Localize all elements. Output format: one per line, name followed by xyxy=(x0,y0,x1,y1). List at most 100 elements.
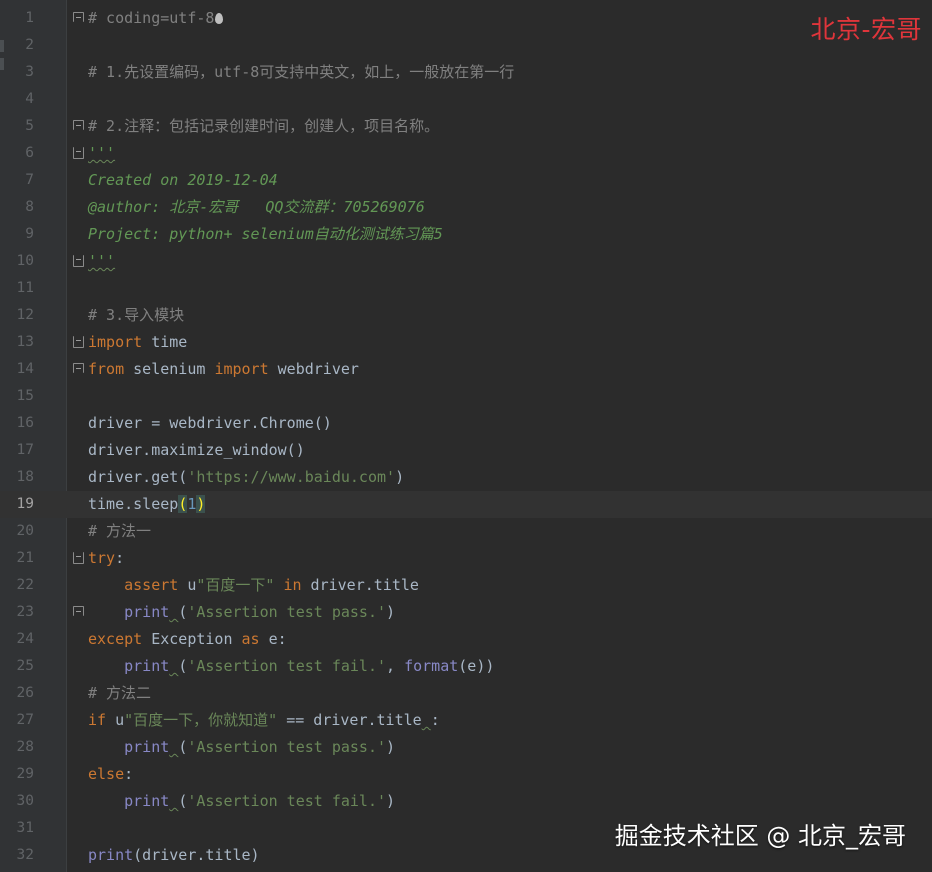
code-token: 'Assertion test pass.' xyxy=(187,738,387,756)
line-number: 10 xyxy=(16,253,34,269)
code-text: except Exception as e: xyxy=(88,626,287,653)
code-line[interactable]: 1 # coding=utf-8 xyxy=(0,5,932,32)
code-line[interactable]: 29 else: xyxy=(0,761,932,788)
code-line[interactable]: 19 time.sleep(1) xyxy=(0,491,932,518)
line-number: 11 xyxy=(16,280,34,296)
code-lines[interactable]: 1 # coding=utf-8 2 3 # 1.先设置编码，utf-8可支持中英文，如… xyxy=(0,5,932,869)
code-line[interactable]: 9 Project: python+ selenium自动化测试练习篇5 xyxy=(0,221,932,248)
code-editor[interactable]: 1 # coding=utf-8 2 3 # 1.先设置编码，utf-8可支持中英文，如… xyxy=(0,0,932,872)
line-number: 7 xyxy=(25,172,34,188)
code-text: ''' xyxy=(88,140,115,167)
fold-toggle-icon[interactable] xyxy=(73,552,84,564)
code-line[interactable]: 26 # 方法二 xyxy=(0,680,932,707)
code-line[interactable]: 27 if u"百度一下，你就知道" == driver.title : xyxy=(0,707,932,734)
line-number: 15 xyxy=(16,388,34,404)
code-line[interactable]: 25 print ('Assertion test fail.', format… xyxy=(0,653,932,680)
code-line[interactable]: 23 print ('Assertion test pass.') xyxy=(0,599,932,626)
code-line[interactable]: 21 try: xyxy=(0,545,932,572)
code-token: e: xyxy=(259,630,287,648)
fold-toggle-icon[interactable] xyxy=(73,120,84,130)
code-line[interactable]: 16 driver = webdriver.Chrome() xyxy=(0,410,932,437)
code-line[interactable]: 5 # 2.注释：包括记录创建时间，创建人，项目名称。 xyxy=(0,113,932,140)
code-token: u xyxy=(106,711,125,729)
line-number: 5 xyxy=(25,118,34,134)
code-token: ) xyxy=(386,738,396,756)
code-text: import time xyxy=(88,329,187,356)
code-token: ) xyxy=(395,468,405,486)
fold-toggle-icon[interactable] xyxy=(73,147,84,159)
code-text: driver = webdriver.Chrome() xyxy=(88,410,332,437)
code-token: ''' xyxy=(88,252,116,270)
code-line[interactable]: 28 print ('Assertion test pass.') xyxy=(0,734,932,761)
fold-toggle-icon[interactable] xyxy=(73,12,84,22)
fold-toggle-icon[interactable] xyxy=(73,606,84,616)
code-line[interactable]: 14 from selenium import webdriver xyxy=(0,356,932,383)
code-token: ) xyxy=(386,792,396,810)
line-number: 20 xyxy=(16,523,34,539)
line-number: 25 xyxy=(16,658,34,674)
code-text: # coding=utf-8 xyxy=(88,5,224,32)
code-text: print ('Assertion test pass.') xyxy=(88,734,395,761)
code-token: import xyxy=(88,333,143,351)
code-text: # 方法二 xyxy=(88,680,151,707)
fold-toggle-icon[interactable] xyxy=(73,255,84,267)
code-token: driver.get( xyxy=(88,468,188,486)
code-token: , xyxy=(386,657,405,675)
code-token: print xyxy=(124,738,170,756)
code-token: from xyxy=(88,360,125,378)
code-token: ( xyxy=(178,657,188,675)
code-token: print xyxy=(124,792,170,810)
code-token: import xyxy=(214,360,269,378)
code-line[interactable]: 8 @author: 北京-宏哥 QQ交流群：705269076 xyxy=(0,194,932,221)
code-line[interactable]: 10 ''' xyxy=(0,248,932,275)
code-line[interactable]: 12 # 3.导入模块 xyxy=(0,302,932,329)
code-line[interactable]: 2 xyxy=(0,32,932,59)
code-token: try xyxy=(88,549,116,567)
code-token: ) xyxy=(196,495,206,513)
code-line[interactable]: 15 xyxy=(0,383,932,410)
code-line[interactable]: 24 except Exception as e: xyxy=(0,626,932,653)
code-token: time xyxy=(142,333,188,351)
line-number: 30 xyxy=(16,793,34,809)
code-token: : xyxy=(115,549,125,567)
line-number: 27 xyxy=(16,712,34,728)
code-line[interactable]: 11 xyxy=(0,275,932,302)
line-number: 4 xyxy=(25,91,34,107)
line-number: 24 xyxy=(16,631,34,647)
code-text: from selenium import webdriver xyxy=(88,356,359,383)
code-line[interactable]: 6 ''' xyxy=(0,140,932,167)
code-line[interactable]: 7 Created on 2019-12-04 xyxy=(0,167,932,194)
code-line[interactable]: 22 assert u"百度一下" in driver.title xyxy=(0,572,932,599)
code-line[interactable]: 4 xyxy=(0,86,932,113)
code-token: # 方法二 xyxy=(88,684,152,702)
code-text: # 1.先设置编码，utf-8可支持中英文，如上，一般放在第一行 xyxy=(88,59,514,86)
line-number: 12 xyxy=(16,307,34,323)
code-line[interactable]: 20 # 方法一 xyxy=(0,518,932,545)
code-line[interactable]: 3 # 1.先设置编码，utf-8可支持中英文，如上，一般放在第一行 xyxy=(0,59,932,86)
code-token: as xyxy=(241,630,260,648)
code-token: ( xyxy=(178,792,188,810)
code-token: ) xyxy=(386,603,396,621)
code-line[interactable]: 30 print ('Assertion test fail.') xyxy=(0,788,932,815)
fold-toggle-icon[interactable] xyxy=(73,336,84,348)
line-number: 18 xyxy=(16,469,34,485)
watermark-site: 掘金技术社区 @ 北京_宏哥 xyxy=(614,822,906,850)
code-line[interactable]: 18 driver.get('https://www.baidu.com') xyxy=(0,464,932,491)
code-token: == driver.title xyxy=(277,711,422,729)
code-token: time.sleep xyxy=(88,495,179,513)
code-token: driver.title xyxy=(301,576,419,594)
line-number: 17 xyxy=(16,442,34,458)
code-token: format xyxy=(404,657,459,675)
line-number: 19 xyxy=(16,496,34,512)
code-line[interactable]: 13 import time xyxy=(0,329,932,356)
line-number: 26 xyxy=(16,685,34,701)
code-line[interactable]: 17 driver.maximize_window() xyxy=(0,437,932,464)
line-number: 2 xyxy=(25,37,34,53)
fold-toggle-icon[interactable] xyxy=(73,363,84,373)
code-text: print(driver.title) xyxy=(88,842,260,869)
